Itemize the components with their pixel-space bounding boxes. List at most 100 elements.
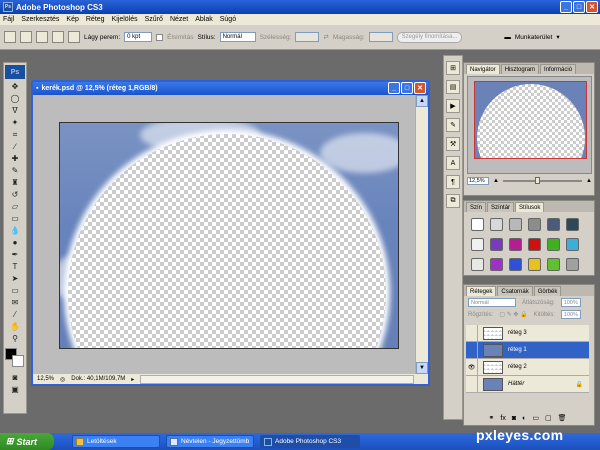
gradient-tool-icon[interactable]: ▭ [7, 213, 23, 224]
new-layer-icon[interactable]: ▢ [545, 414, 552, 422]
document-titlebar[interactable]: ▪ kerék.psd @ 12,5% (réteg 1,RGB/8) _ □ … [33, 82, 428, 95]
history-brush-icon[interactable]: ↺ [7, 189, 23, 200]
style-swatch[interactable] [471, 218, 484, 231]
adjustment-layer-icon[interactable]: ◐ [522, 415, 526, 422]
close-icon[interactable]: ✕ [414, 82, 426, 94]
style-swatch[interactable] [509, 238, 522, 251]
tab-layers[interactable]: Rétegek [466, 286, 497, 296]
blur-tool-icon[interactable]: 💧 [7, 225, 23, 236]
style-swatch[interactable] [509, 258, 522, 271]
layer-row[interactable]: 👁 réteg 2 [466, 358, 589, 376]
style-swatch[interactable] [490, 218, 503, 231]
hand-tool-icon[interactable]: ✋ [7, 321, 23, 332]
scroll-up-icon[interactable]: ▲ [416, 95, 428, 107]
marquee-tool-icon[interactable] [4, 31, 16, 43]
pen-tool-icon[interactable]: ✒ [7, 249, 23, 260]
healing-tool-icon[interactable]: ✚ [7, 153, 23, 164]
tab-info[interactable]: Információ [540, 64, 577, 74]
style-select[interactable]: Normál [219, 32, 256, 42]
layer-row[interactable]: réteg 1 [466, 341, 589, 359]
tool-presets-icon[interactable]: ⚒ [446, 137, 460, 151]
layer-style-icon[interactable]: fx [500, 415, 505, 422]
style-swatch[interactable] [566, 238, 579, 251]
visibility-toggle[interactable] [466, 341, 478, 359]
eraser-tool-icon[interactable]: ▱ [7, 201, 23, 212]
vertical-scrollbar[interactable]: ▲ ▼ [415, 95, 428, 374]
status-icon[interactable]: ◎ [60, 376, 65, 383]
menu-select[interactable]: Kijelölés [112, 16, 138, 23]
type-tool-icon[interactable]: T [7, 261, 23, 272]
menu-layer[interactable]: Réteg [86, 16, 105, 23]
style-swatch[interactable] [547, 258, 560, 271]
brushes-dock-icon[interactable]: ✎ [446, 118, 460, 132]
tab-styles[interactable]: Stílusok [515, 202, 545, 212]
style-swatch[interactable] [547, 218, 560, 231]
style-swatch[interactable] [566, 258, 579, 271]
tab-swatches[interactable]: Színtár [487, 202, 515, 212]
chevron-down-icon[interactable]: ▾ [556, 33, 559, 41]
zoom-level[interactable]: 12,5% [37, 376, 54, 382]
visibility-toggle[interactable] [466, 324, 478, 342]
zoom-in-icon[interactable]: ▲ [586, 178, 592, 184]
fill-input[interactable]: 100% [560, 310, 581, 319]
new-selection-icon[interactable] [20, 31, 32, 43]
ps-logo-icon[interactable]: Ps [5, 65, 25, 79]
taskbar-item[interactable]: Letöltések [72, 435, 160, 448]
add-selection-icon[interactable] [36, 31, 48, 43]
navigator-preview[interactable] [467, 76, 592, 174]
subtract-selection-icon[interactable] [52, 31, 64, 43]
marquee-tool-icon[interactable]: ◯ [7, 93, 23, 104]
palette-well-icon[interactable]: ▬ [504, 34, 511, 41]
dodge-tool-icon[interactable]: ● [7, 237, 23, 248]
scroll-down-icon[interactable]: ▼ [416, 362, 428, 374]
intersect-selection-icon[interactable] [68, 31, 80, 43]
antialias-checkbox[interactable] [156, 33, 164, 41]
image-canvas[interactable] [59, 122, 399, 349]
delete-layer-icon[interactable]: 🗑 [558, 414, 567, 422]
status-menu-icon[interactable]: ▸ [131, 376, 134, 383]
link-layers-icon[interactable]: ⚭ [489, 414, 495, 422]
crop-tool-icon[interactable]: ⌗ [7, 129, 23, 140]
quick-mask-icon[interactable]: ◙ [7, 372, 23, 383]
style-swatch[interactable] [528, 258, 541, 271]
menu-window[interactable]: Ablak [195, 16, 213, 23]
layer-mask-icon[interactable]: ◙ [512, 415, 516, 422]
slice-tool-icon[interactable]: ∕ [7, 141, 23, 152]
menu-filter[interactable]: Szűrő [145, 16, 163, 23]
path-select-icon[interactable]: ➤ [7, 273, 23, 284]
blend-mode-select[interactable]: Normál [468, 298, 516, 307]
tab-channels[interactable]: Csatornák [497, 286, 533, 296]
brush-tool-icon[interactable]: ✎ [7, 165, 23, 176]
navigator-zoom-input[interactable]: 12,5% [467, 176, 489, 185]
close-icon[interactable]: ✕ [586, 1, 598, 13]
navigator-thumbnail[interactable] [474, 81, 587, 159]
style-swatch[interactable] [566, 218, 579, 231]
style-swatch[interactable] [490, 258, 503, 271]
style-swatch[interactable] [547, 238, 560, 251]
width-input[interactable] [295, 32, 320, 42]
shape-tool-icon[interactable]: ▭ [7, 285, 23, 296]
color-swatches[interactable] [5, 348, 25, 368]
start-button[interactable]: ⊞ Start [0, 433, 54, 450]
screen-mode-icon[interactable]: ▣ [7, 384, 23, 395]
horizontal-scrollbar[interactable] [140, 374, 414, 384]
background-color[interactable] [12, 355, 24, 367]
opacity-input[interactable]: 100% [560, 298, 581, 307]
zoom-out-icon[interactable]: ▲ [493, 178, 499, 184]
style-swatch[interactable] [471, 238, 484, 251]
visibility-toggle[interactable] [466, 375, 478, 393]
style-swatch[interactable] [490, 238, 503, 251]
layer-row[interactable]: réteg 3 [466, 324, 589, 342]
canvas-area[interactable]: ▲ ▼ [33, 95, 428, 374]
lasso-tool-icon[interactable]: ᐁ [7, 105, 23, 116]
minimize-icon[interactable]: _ [388, 82, 400, 94]
actions-dock-icon[interactable]: ▶ [446, 99, 460, 113]
new-group-icon[interactable]: ▭ [532, 414, 539, 422]
swap-icon[interactable]: ⇄ [323, 33, 328, 41]
move-tool-icon[interactable]: ✥ [7, 81, 23, 92]
magic-wand-icon[interactable]: ✦ [7, 117, 23, 128]
style-swatch[interactable] [528, 218, 541, 231]
tab-color[interactable]: Szín [466, 202, 487, 212]
tab-navigator[interactable]: Navigátor [466, 64, 500, 74]
notes-tool-icon[interactable]: ✉ [7, 297, 23, 308]
